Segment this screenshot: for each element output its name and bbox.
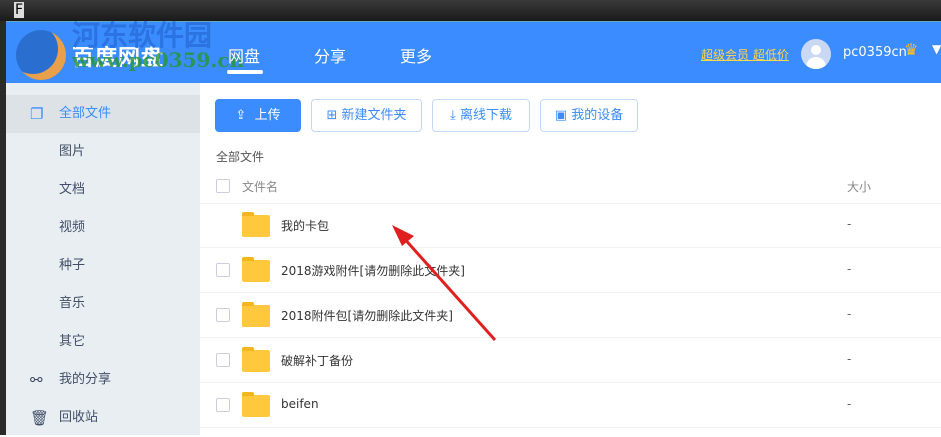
sidebar-item-music[interactable]: 音乐 xyxy=(6,285,200,323)
file-size: - xyxy=(847,307,852,321)
trash-icon: 🗑 xyxy=(30,409,50,427)
file-name[interactable]: 2018附件包[请勿删除此文件夹] xyxy=(281,307,453,324)
device-icon: ▣ xyxy=(554,108,568,123)
nav-share[interactable]: 分享 xyxy=(314,43,346,67)
nav-more[interactable]: 更多 xyxy=(400,43,432,67)
new-folder-label: 新建文件夹 xyxy=(341,108,407,123)
folder-icon xyxy=(242,302,270,327)
sidebar-item-recycle-bin[interactable]: 🗑 回收站 xyxy=(6,399,200,437)
my-devices-label: 我的设备 xyxy=(571,108,624,123)
avatar[interactable] xyxy=(801,39,831,69)
corner-letter: F xyxy=(14,2,25,18)
logo-icon xyxy=(16,30,66,80)
upload-icon: ⇪ xyxy=(235,108,247,123)
row-checkbox[interactable] xyxy=(216,398,230,412)
sidebar-item-label: 音乐 xyxy=(59,296,86,311)
new-folder-button[interactable]: ⊞ 新建文件夹 xyxy=(311,99,422,132)
sidebar-item-my-share[interactable]: ⚯ 我的分享 xyxy=(6,361,200,399)
offline-download-label: 离线下载 xyxy=(459,108,512,123)
column-header-size[interactable]: 大小 xyxy=(847,178,871,195)
table-row[interactable]: 2018游戏附件[请勿删除此文件夹] - xyxy=(200,248,941,293)
sidebar-item-docs[interactable]: 文档 xyxy=(6,171,200,209)
upload-button[interactable]: ⇪ 上传 xyxy=(215,99,301,132)
username[interactable]: pc0359cn xyxy=(843,45,907,60)
file-name[interactable]: 破解补丁备份 xyxy=(281,352,353,369)
nav-netdisk[interactable]: 网盘 xyxy=(228,43,260,67)
sidebar-item-label: 图片 xyxy=(59,144,86,159)
sidebar-item-label: 其它 xyxy=(59,334,86,349)
sidebar-item-label: 文档 xyxy=(59,182,86,197)
column-header-name[interactable]: 文件名 xyxy=(242,178,278,195)
share-icon: ⚯ xyxy=(30,371,43,389)
table-row[interactable]: 我的卡包 - xyxy=(200,203,941,248)
app-header: 百度网盘 河东软件园 www.pc0359.cn 网盘 分享 更多 超级会员 超… xyxy=(6,19,941,83)
breadcrumb[interactable]: 全部文件 xyxy=(216,148,264,165)
vip-link[interactable]: 超级会员 超低价 xyxy=(701,46,789,63)
watermark-url: www.pc0359.cn xyxy=(72,48,245,72)
file-size: - xyxy=(847,397,852,411)
offline-download-button[interactable]: ⤓ 离线下载 xyxy=(432,99,530,132)
download-icon: ⤓ xyxy=(450,108,456,123)
nav-active-indicator xyxy=(227,70,263,74)
file-size: - xyxy=(847,262,852,276)
sidebar-item-torrents[interactable]: 种子 xyxy=(6,247,200,285)
sidebar-item-label: 视频 xyxy=(59,220,86,235)
chevron-down-icon[interactable]: ▼ xyxy=(932,42,941,56)
files-icon: ❐ xyxy=(30,105,44,123)
sidebar-item-other[interactable]: 其它 xyxy=(6,323,200,361)
row-checkbox[interactable] xyxy=(216,308,230,322)
file-name[interactable]: 我的卡包 xyxy=(281,217,329,234)
sidebar-item-label: 种子 xyxy=(59,258,86,273)
folder-icon xyxy=(242,257,270,282)
folder-icon xyxy=(242,347,270,372)
folder-icon xyxy=(242,392,270,417)
row-checkbox[interactable] xyxy=(216,353,230,367)
file-size: - xyxy=(847,217,852,231)
table-row[interactable]: 破解补丁备份 - xyxy=(200,338,941,383)
new-folder-icon: ⊞ xyxy=(326,108,338,123)
crown-icon: ♛ xyxy=(904,40,919,59)
file-name[interactable]: beifen xyxy=(281,397,319,411)
wallet-folder-icon xyxy=(242,212,270,237)
select-all-checkbox[interactable] xyxy=(216,179,230,193)
my-devices-button[interactable]: ▣ 我的设备 xyxy=(540,99,638,132)
sidebar-item-label: 回收站 xyxy=(59,410,99,425)
sidebar-item-videos[interactable]: 视频 xyxy=(6,209,200,247)
row-checkbox[interactable] xyxy=(216,263,230,277)
sidebar: ❐ 全部文件 图片 文档 视频 种子 音乐 其它 ⚯ 我的分享 🗑 回收站 xyxy=(6,83,200,435)
sidebar-item-images[interactable]: 图片 xyxy=(6,133,200,171)
table-row[interactable]: 2018附件包[请勿删除此文件夹] - xyxy=(200,293,941,338)
upload-label: 上传 xyxy=(254,108,281,123)
file-name[interactable]: 2018游戏附件[请勿删除此文件夹] xyxy=(281,262,465,279)
file-size: - xyxy=(847,352,852,366)
sidebar-item-label: 全部文件 xyxy=(59,106,112,121)
sidebar-item-label: 我的分享 xyxy=(59,372,112,387)
table-row[interactable]: beifen - xyxy=(200,383,941,428)
sidebar-item-all-files[interactable]: ❐ 全部文件 xyxy=(6,95,200,133)
